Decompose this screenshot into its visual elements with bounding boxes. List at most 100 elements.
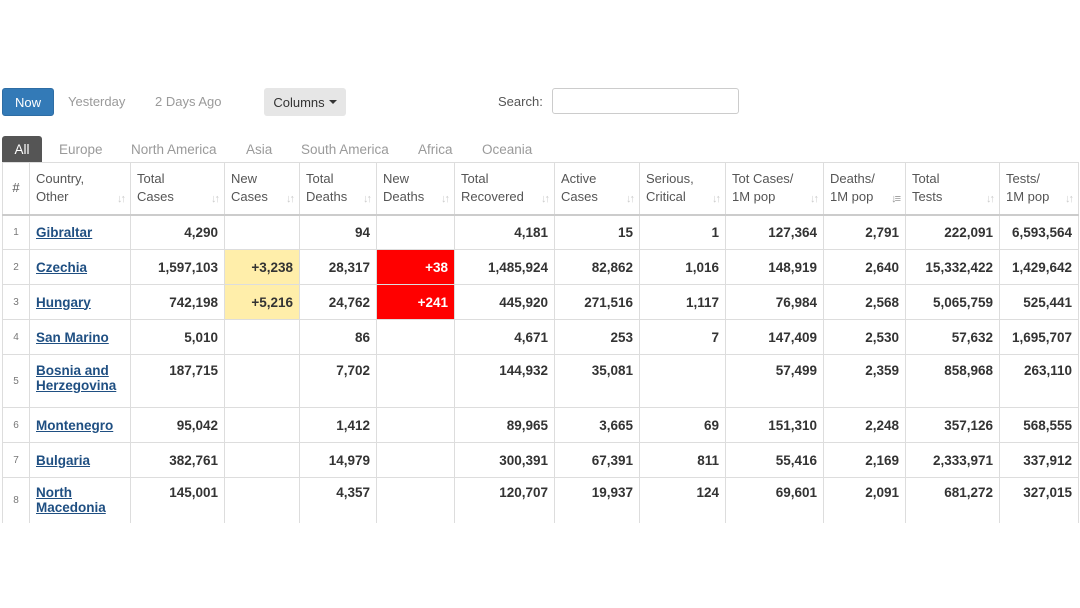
- deaths-per-1m-cell: 2,169: [823, 442, 906, 478]
- total-tests-cell: 5,065,759: [905, 284, 1000, 320]
- tab-asia[interactable]: Asia: [246, 136, 272, 162]
- deaths-per-1m-cell: 2,359: [823, 354, 906, 408]
- caret-down-icon: [328, 100, 337, 104]
- header-active-cases[interactable]: Active Cases ↓↑: [554, 162, 640, 216]
- tab-europe[interactable]: Europe: [59, 136, 103, 162]
- new-cases-cell: [224, 407, 300, 443]
- country-cell: Gibraltar: [29, 214, 131, 250]
- total-deaths-cell: 28,317: [299, 249, 377, 285]
- tab-south-america[interactable]: South America: [301, 136, 389, 162]
- country-link[interactable]: Montenegro: [36, 418, 113, 433]
- serious-cell: 1: [639, 214, 726, 250]
- deaths-per-1m-cell: 2,091: [823, 477, 906, 523]
- total-tests-cell: 57,632: [905, 319, 1000, 355]
- sort-icon: ↓↑: [810, 193, 819, 205]
- header-new-deaths[interactable]: New Deaths ↓↑: [376, 162, 455, 216]
- total-cases-cell: 742,198: [130, 284, 225, 320]
- row-index: 6: [2, 407, 30, 443]
- country-cell: Bulgaria: [29, 442, 131, 478]
- table-header-row: # Country, Other ↓↑ Total Cases ↓↑ New Cases ↓…: [2, 162, 1079, 216]
- tests-per-1m-cell: 263,110: [999, 354, 1079, 408]
- table-row: 5 Bosnia and Herzegovina 187,715 7,702 14…: [2, 354, 1079, 408]
- tests-per-1m-cell: 1,695,707: [999, 319, 1079, 355]
- country-link[interactable]: San Marino: [36, 330, 109, 345]
- search-input[interactable]: [552, 88, 739, 114]
- deaths-per-1m-cell: 2,530: [823, 319, 906, 355]
- sort-icon: ↓↑: [541, 193, 550, 205]
- date-toolbar: Now Yesterday 2 Days Ago Columns Search:: [2, 88, 1078, 116]
- new-deaths-cell: [376, 214, 455, 250]
- two-days-ago-button[interactable]: 2 Days Ago: [155, 94, 222, 109]
- header-total-cases[interactable]: Total Cases ↓↑: [130, 162, 225, 216]
- tab-all[interactable]: All: [2, 136, 42, 162]
- sort-icon: ↓↑: [626, 193, 635, 205]
- columns-dropdown-button[interactable]: Columns: [264, 88, 346, 116]
- total-tests-cell: 357,126: [905, 407, 1000, 443]
- active-cases-cell: 35,081: [554, 354, 640, 408]
- header-total-recovered[interactable]: Total Recovered ↓↑: [454, 162, 555, 216]
- total-recovered-cell: 445,920: [454, 284, 555, 320]
- now-button[interactable]: Now: [2, 88, 54, 116]
- row-index: 4: [2, 319, 30, 355]
- row-index: 8: [2, 477, 30, 523]
- country-link[interactable]: Bosnia and Herzegovina: [36, 363, 116, 393]
- table-row: 3 Hungary 742,198 +5,216 24,762 +241 445…: [2, 284, 1079, 320]
- header-index: #: [2, 162, 30, 216]
- header-total-tests[interactable]: Total Tests ↓↑: [905, 162, 1000, 216]
- yesterday-button[interactable]: Yesterday: [68, 94, 125, 109]
- country-link[interactable]: Bulgaria: [36, 453, 90, 468]
- serious-cell: 1,016: [639, 249, 726, 285]
- total-tests-cell: 15,332,422: [905, 249, 1000, 285]
- total-deaths-cell: 14,979: [299, 442, 377, 478]
- cases-per-1m-cell: 55,416: [725, 442, 824, 478]
- table-row: 1 Gibraltar 4,290 94 4,181 15 1 127,364 …: [2, 214, 1079, 250]
- active-cases-cell: 15: [554, 214, 640, 250]
- total-deaths-cell: 4,357: [299, 477, 377, 523]
- new-deaths-cell: [376, 407, 455, 443]
- header-total-deaths[interactable]: Total Deaths ↓↑: [299, 162, 377, 216]
- search-label: Search:: [498, 94, 543, 109]
- serious-cell: [639, 354, 726, 408]
- tab-oceania[interactable]: Oceania: [482, 136, 532, 162]
- sort-icon: ↓↑: [286, 193, 295, 205]
- header-new-cases[interactable]: New Cases ↓↑: [224, 162, 300, 216]
- country-link[interactable]: North Macedonia: [36, 485, 106, 515]
- cases-per-1m-cell: 57,499: [725, 354, 824, 408]
- country-link[interactable]: Gibraltar: [36, 225, 92, 240]
- total-cases-cell: 145,001: [130, 477, 225, 523]
- serious-cell: 124: [639, 477, 726, 523]
- tests-per-1m-cell: 525,441: [999, 284, 1079, 320]
- country-link[interactable]: Hungary: [36, 295, 91, 310]
- table-row: 8 North Macedonia 145,001 4,357 120,707 1…: [2, 477, 1079, 523]
- new-cases-cell: [224, 214, 300, 250]
- country-cell: Czechia: [29, 249, 131, 285]
- sort-icon: ↓↑: [363, 193, 372, 205]
- total-deaths-cell: 94: [299, 214, 377, 250]
- header-serious-critical[interactable]: Serious, Critical ↓↑: [639, 162, 726, 216]
- total-recovered-cell: 120,707: [454, 477, 555, 523]
- active-cases-cell: 67,391: [554, 442, 640, 478]
- sort-icon: ↓↑: [117, 193, 126, 205]
- total-recovered-cell: 144,932: [454, 354, 555, 408]
- header-cases-per-1m[interactable]: Tot Cases/1M pop ↓↑: [725, 162, 824, 216]
- header-deaths-per-1m[interactable]: Deaths/1M pop ↓≡: [823, 162, 906, 216]
- tests-per-1m-cell: 568,555: [999, 407, 1079, 443]
- tab-africa[interactable]: Africa: [418, 136, 453, 162]
- table-row: 2 Czechia 1,597,103 +3,238 28,317 +38 1,…: [2, 249, 1079, 285]
- total-tests-cell: 681,272: [905, 477, 1000, 523]
- new-deaths-cell: [376, 319, 455, 355]
- country-cell: San Marino: [29, 319, 131, 355]
- deaths-per-1m-cell: 2,791: [823, 214, 906, 250]
- row-index: 3: [2, 284, 30, 320]
- header-tests-per-1m[interactable]: Tests/1M pop ↓↑: [999, 162, 1079, 216]
- cases-per-1m-cell: 127,364: [725, 214, 824, 250]
- tab-north-america[interactable]: North America: [131, 136, 217, 162]
- new-cases-cell: [224, 319, 300, 355]
- country-link[interactable]: Czechia: [36, 260, 87, 275]
- total-deaths-cell: 24,762: [299, 284, 377, 320]
- serious-cell: 811: [639, 442, 726, 478]
- sort-icon: ↓↑: [211, 193, 220, 205]
- header-country[interactable]: Country, Other ↓↑: [29, 162, 131, 216]
- new-deaths-cell: +38: [376, 249, 455, 285]
- region-tabs: All Europe North America Asia South Amer…: [2, 136, 1078, 162]
